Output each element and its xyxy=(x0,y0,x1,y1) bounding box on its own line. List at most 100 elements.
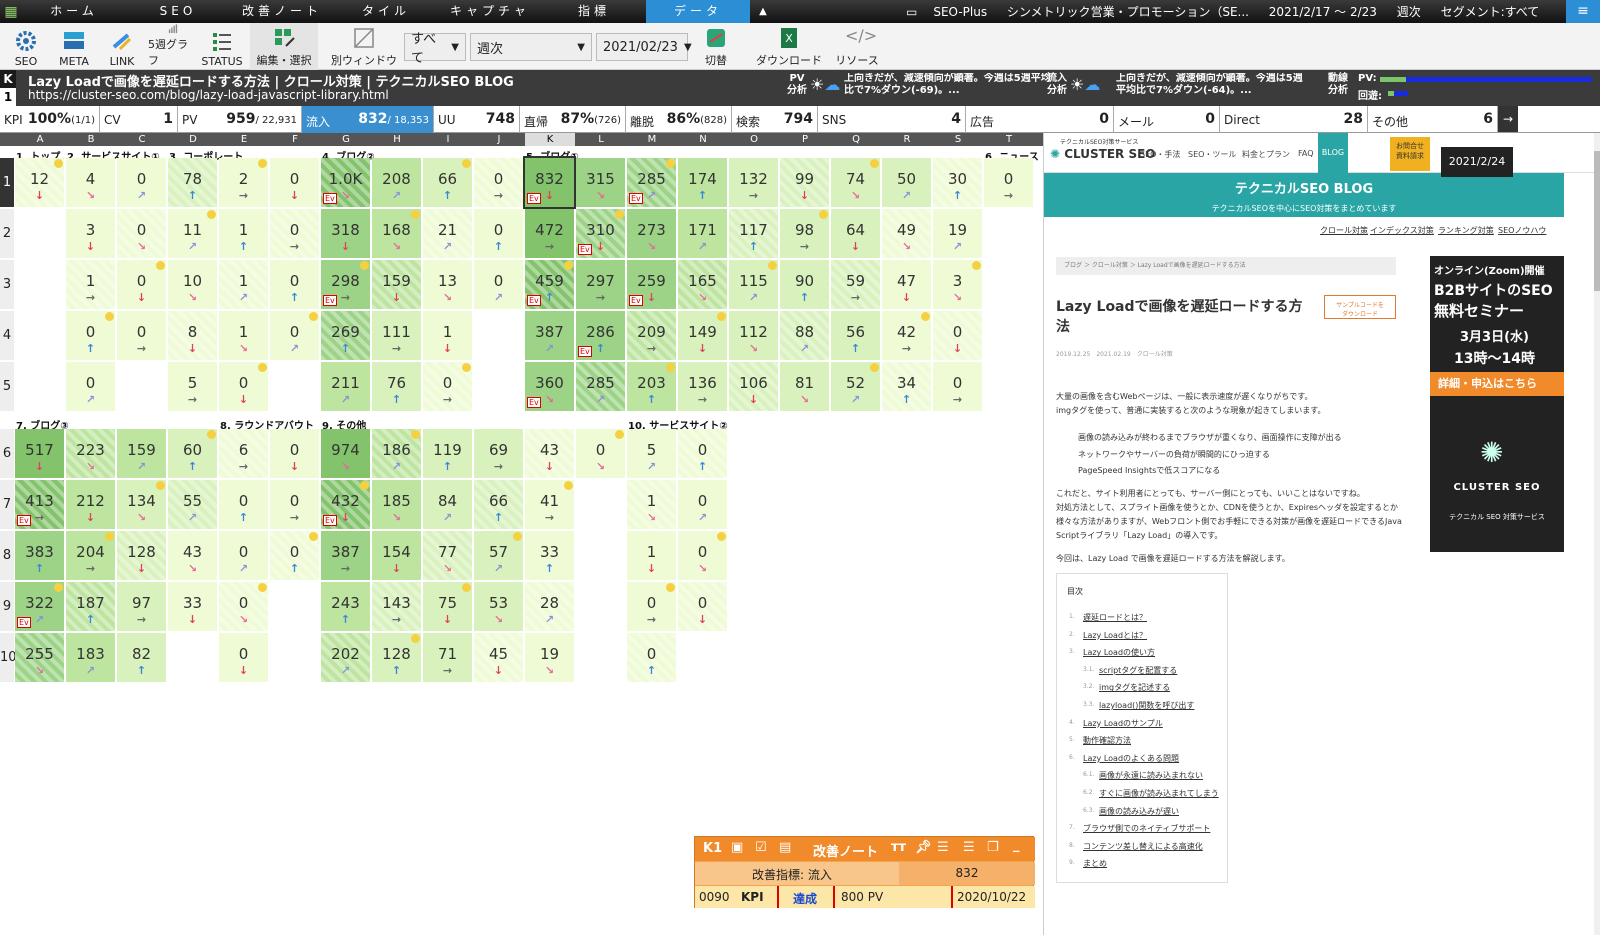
toc-item[interactable]: ブラウザ側でのネイティブサポート xyxy=(1083,823,1210,834)
tile-cell[interactable]: 472 → xyxy=(525,209,574,258)
tile-cell[interactable]: 1 → xyxy=(66,260,115,309)
tile-cell[interactable]: 0 ↑ xyxy=(270,531,319,580)
tile-cell[interactable]: 6 → xyxy=(219,429,268,478)
download-button[interactable]: X ダウンロード xyxy=(752,23,826,70)
kpi-5[interactable]: 直帰 87%(726) xyxy=(520,106,626,133)
tile-cell[interactable]: 5 → xyxy=(168,362,217,411)
tile-cell[interactable]: 59 → xyxy=(831,260,880,309)
tile-cell[interactable]: 203 ↑ xyxy=(627,362,676,411)
tile-cell[interactable]: 119 ↑ xyxy=(423,429,472,478)
kpi-2[interactable]: PV 959/ 22,931 xyxy=(178,106,302,133)
kpi-3[interactable]: 流入 832/ 18,353 xyxy=(302,106,434,133)
tile-cell[interactable]: 42 → xyxy=(882,311,931,360)
tile-cell[interactable]: 0 → xyxy=(423,362,472,411)
tile-cell[interactable]: 43 ↓ xyxy=(525,429,574,478)
tab-seo[interactable]: SEO xyxy=(126,0,230,23)
tile-cell[interactable]: 5 ↗ xyxy=(627,429,676,478)
column-header-M[interactable]: M xyxy=(627,133,677,146)
tile-cell[interactable]: 4 ↘ xyxy=(66,158,115,207)
row-header-1[interactable]: 1 xyxy=(0,158,14,207)
tile-cell[interactable]: 84 ↗ xyxy=(423,480,472,529)
tile-cell[interactable]: 0 ↗ xyxy=(678,480,727,529)
tile-cell[interactable]: 154 ↓ xyxy=(372,531,421,580)
subnav-index[interactable]: インデックス対策 xyxy=(1370,225,1434,236)
tile-cell[interactable]: 413 → Ev xyxy=(15,480,64,529)
minimize-icon[interactable]: _ xyxy=(1013,838,1020,853)
tile-cell[interactable]: 315 ↘ xyxy=(576,158,625,207)
tile-cell[interactable]: 66 ↑ xyxy=(423,158,472,207)
tab-tile[interactable]: タイル xyxy=(334,0,438,23)
tile-cell[interactable]: 71 → xyxy=(423,633,472,682)
tile-cell[interactable]: 0 ↓ xyxy=(270,158,319,207)
tile-cell[interactable]: 50 ↗ xyxy=(882,158,931,207)
tile-cell[interactable]: 208 ↗ xyxy=(372,158,421,207)
resource-button[interactable]: </> リソース xyxy=(832,23,882,70)
tile-cell[interactable]: 143 → xyxy=(372,582,421,631)
tile-cell[interactable]: 259 ↓ Ev xyxy=(627,260,676,309)
tile-cell[interactable]: 0 → xyxy=(627,582,676,631)
tile-cell[interactable]: 117 ↑ xyxy=(729,209,778,258)
tile-cell[interactable]: 0 ↘ xyxy=(219,582,268,631)
tile-cell[interactable]: 285 ↗ xyxy=(576,362,625,411)
tile-cell[interactable]: 1 ↓ xyxy=(423,311,472,360)
tile-cell[interactable]: 11 ↗ xyxy=(168,209,217,258)
tile-cell[interactable]: 0 → xyxy=(270,209,319,258)
tile-cell[interactable]: 1 ↗ xyxy=(219,260,268,309)
date-range[interactable]: 2021/2/17 ～ 2/23 xyxy=(1269,5,1377,19)
tile-cell[interactable]: 19 ↘ xyxy=(525,633,574,682)
tile-cell[interactable]: 10 ↘ xyxy=(168,260,217,309)
column-header-T[interactable]: T xyxy=(984,133,1034,146)
nav-seo-method[interactable]: SEO・手法 xyxy=(1140,149,1180,160)
row-header-10[interactable]: 10 xyxy=(0,633,17,682)
tile-cell[interactable]: 90 ↑ xyxy=(780,260,829,309)
column-header-I[interactable]: I xyxy=(423,133,473,146)
add-folder-icon[interactable]: ▤ xyxy=(779,840,791,855)
tile-cell[interactable]: 0 → xyxy=(117,311,166,360)
tile-cell[interactable]: 0 ↓ xyxy=(270,429,319,478)
tile-cell[interactable]: 78 ↑ xyxy=(168,158,217,207)
kpi-8[interactable]: SNS 4 xyxy=(818,106,966,133)
tile-cell[interactable]: 0 ↘ xyxy=(117,209,166,258)
tile-cell[interactable]: 8 ↓ xyxy=(168,311,217,360)
tab-metrics[interactable]: 指標 xyxy=(542,0,646,23)
tile-cell[interactable]: 2 → xyxy=(219,158,268,207)
toc-item[interactable]: Lazy Loadのサンプル xyxy=(1083,718,1163,729)
column-header-K[interactable]: K xyxy=(525,133,575,146)
kpi-1[interactable]: CV 1 xyxy=(100,106,178,133)
tile-cell[interactable]: 432 ↓ Ev xyxy=(321,480,370,529)
tile-cell[interactable]: 60 ↑ xyxy=(168,429,217,478)
subnav-crawl[interactable]: クロール対策 xyxy=(1320,225,1368,236)
column-header-N[interactable]: N xyxy=(678,133,728,146)
collapse-caret-icon[interactable]: ▲ xyxy=(750,6,776,17)
toc-item[interactable]: imgタグを記述する xyxy=(1099,682,1170,693)
kpi-4[interactable]: UU 748 xyxy=(434,106,520,133)
tile-cell[interactable]: 132 → xyxy=(729,158,778,207)
subnav-knowhow[interactable]: SEOノウハウ xyxy=(1498,225,1546,236)
tile-cell[interactable]: 297 → xyxy=(576,260,625,309)
nav-seo-tool[interactable]: SEO・ツール xyxy=(1188,149,1236,160)
tile-cell[interactable]: 310 ↓ Ev xyxy=(576,209,625,258)
page-url[interactable]: https://cluster-seo.com/blog/lazy-load-j… xyxy=(28,88,389,102)
tile-cell[interactable]: 165 ↘ xyxy=(678,260,727,309)
tile-cell[interactable]: 57 ↗ xyxy=(474,531,523,580)
tile-cell[interactable]: 269 ↑ xyxy=(321,311,370,360)
tile-cell[interactable]: 0 → xyxy=(474,158,523,207)
row-header-5[interactable]: 5 xyxy=(0,362,14,411)
tile-cell[interactable]: 159 ↗ xyxy=(117,429,166,478)
nav-faq[interactable]: FAQ xyxy=(1298,149,1314,158)
ad-cta-button[interactable]: 詳細・申込はこちら xyxy=(1430,372,1564,396)
tile-cell[interactable]: 0 ↘ xyxy=(678,531,727,580)
tile-cell[interactable]: 273 ↘ xyxy=(627,209,676,258)
kpi-0[interactable]: KPI 100%(1/1) xyxy=(0,106,100,133)
date-select[interactable]: 2021/02/23 ▼ xyxy=(596,33,692,61)
column-header-L[interactable]: L xyxy=(576,133,626,146)
tile-cell[interactable]: 88 ↗ xyxy=(780,311,829,360)
all-list-icon[interactable]: ☰ xyxy=(937,840,949,855)
tile-cell[interactable]: 185 ↘ xyxy=(372,480,421,529)
tile-cell[interactable]: 0 ↗ xyxy=(66,362,115,411)
tile-cell[interactable]: 0 ↑ xyxy=(219,480,268,529)
tile-cell[interactable]: 168 ↘ xyxy=(372,209,421,258)
toc-item[interactable]: 画像の読み込みが遅い xyxy=(1099,806,1179,817)
apps-grid-icon[interactable]: ▦ xyxy=(0,0,22,23)
tile-cell[interactable]: 81 ↘ xyxy=(780,362,829,411)
